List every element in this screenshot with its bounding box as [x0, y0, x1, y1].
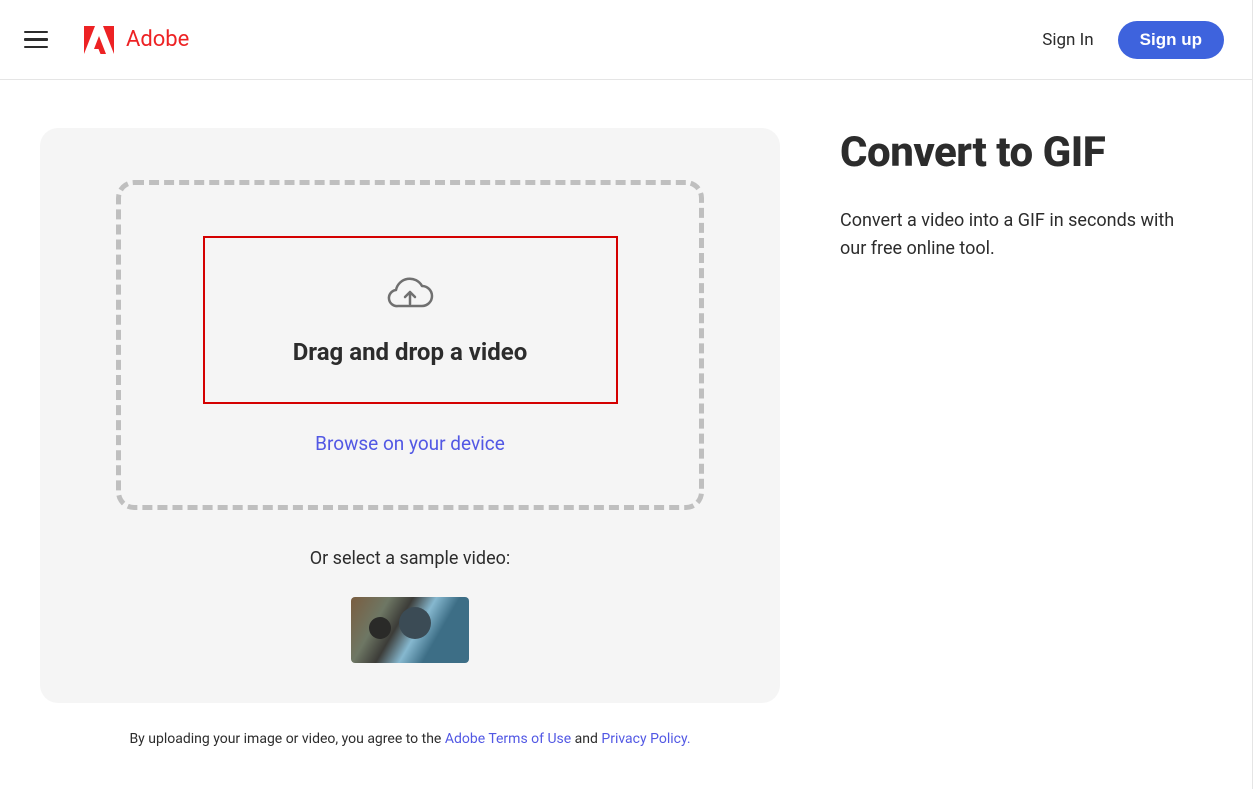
brand-name: Adobe	[126, 27, 189, 52]
brand-logo[interactable]: Adobe	[84, 26, 189, 54]
sample-video-label: Or select a sample video:	[310, 548, 511, 569]
dropzone[interactable]: Drag and drop a video Browse on your dev…	[116, 180, 704, 510]
info-column: Convert to GIF Convert a video into a GI…	[840, 128, 1224, 747]
global-header: Adobe Sign In Sign up	[0, 0, 1252, 80]
header-right: Sign In Sign up	[1042, 21, 1224, 59]
page-description: Convert a video into a GIF in seconds wi…	[840, 207, 1200, 263]
privacy-policy-link[interactable]: Privacy Policy.	[601, 731, 690, 747]
adobe-logo-icon	[84, 26, 114, 54]
disclaimer-prefix: By uploading your image or video, you ag…	[129, 731, 444, 747]
header-left: Adobe	[24, 26, 189, 54]
sign-up-button[interactable]: Sign up	[1118, 21, 1224, 59]
browse-link[interactable]: Browse on your device	[315, 432, 505, 455]
page-title: Convert to GIF	[840, 128, 1224, 177]
menu-button[interactable]	[24, 28, 48, 52]
disclaimer-and: and	[571, 731, 601, 747]
drag-drop-text: Drag and drop a video	[293, 338, 528, 366]
dropzone-highlight: Drag and drop a video	[203, 236, 618, 404]
terms-of-use-link[interactable]: Adobe Terms of Use	[445, 731, 571, 747]
upload-column: Drag and drop a video Browse on your dev…	[40, 128, 780, 747]
dropzone-card: Drag and drop a video Browse on your dev…	[40, 128, 780, 703]
cloud-upload-icon	[386, 274, 434, 314]
sample-video-thumbnail[interactable]	[351, 597, 469, 663]
legal-disclaimer: By uploading your image or video, you ag…	[129, 731, 690, 747]
sign-in-link[interactable]: Sign In	[1042, 30, 1093, 50]
main-content: Drag and drop a video Browse on your dev…	[0, 80, 1252, 747]
